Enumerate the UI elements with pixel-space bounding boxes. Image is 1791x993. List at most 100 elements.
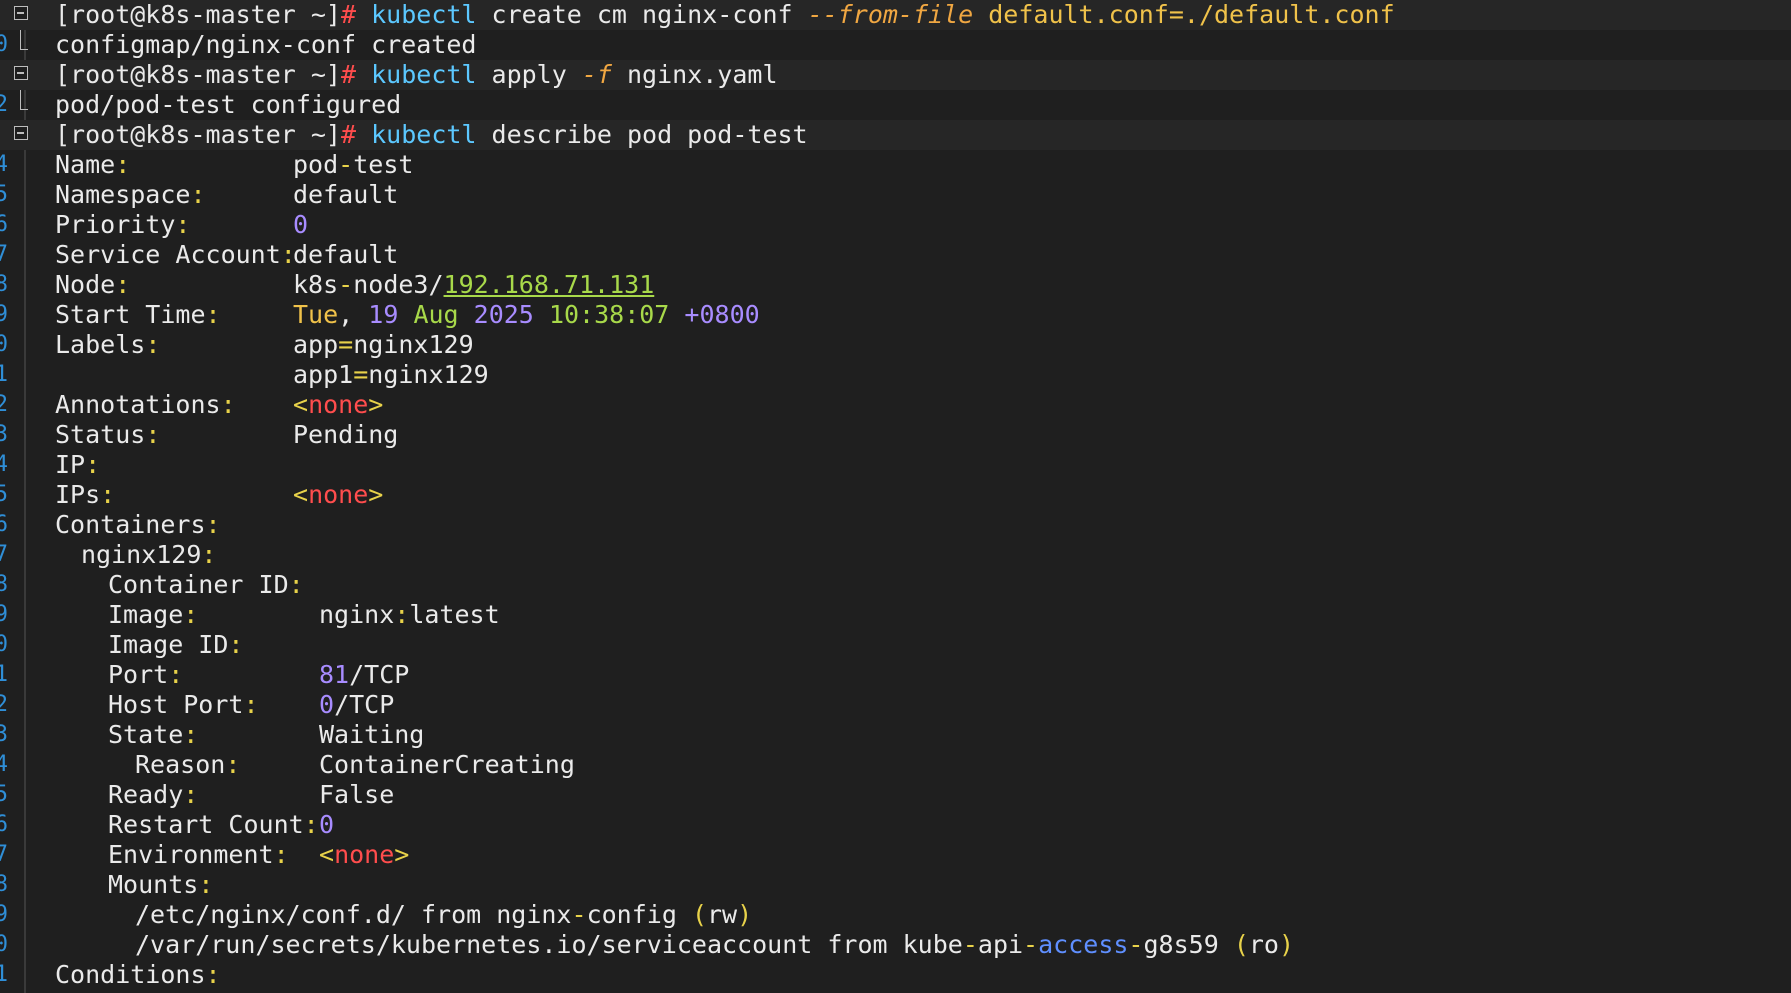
output-line: 6 Ready: False <box>0 780 1791 837</box>
output-line: 9 Node: k8s-node3/192.168.71.131 <box>0 270 1791 327</box>
label-key: app1 <box>293 360 354 389</box>
prompt-hash: # <box>340 120 357 149</box>
shell-prompt: [root@k8s-master ~] <box>55 60 341 89</box>
output-line: 1 Image ID: <box>0 630 1791 687</box>
shell-prompt: [root@k8s-master ~] <box>55 0 341 29</box>
container-name: nginx129 <box>81 540 202 569</box>
mount-source: api <box>977 930 1024 959</box>
field-key: Container ID <box>108 570 289 599</box>
output-line: 8 Service Account: default <box>0 240 1791 297</box>
field-key: IP <box>55 450 86 479</box>
node-ip-link[interactable]: 192.168.71.131 <box>444 270 655 299</box>
output-line: 4 State: Waiting <box>0 720 1791 777</box>
output-line: 6 Namespace: default <box>0 180 1791 237</box>
output-line: 2 Conditions: <box>0 960 1791 993</box>
command-args: create cm nginx-conf <box>476 0 808 29</box>
fold-collapse-icon[interactable] <box>14 126 28 140</box>
command-line: 2 [root@k8s-master ~]# kubectl apply -f … <box>0 60 1791 117</box>
command-output: pod/pod-test configured <box>55 90 402 119</box>
port-protocol: /TCP <box>349 660 410 689</box>
host-port-number: 0 <box>319 690 335 719</box>
field-key: Conditions <box>55 960 206 989</box>
command-name: kubectl <box>371 60 477 89</box>
image-tag: latest <box>409 600 500 629</box>
command-output: configmap/nginx-conf created <box>55 30 477 59</box>
output-line: 4 Status: Pending <box>0 420 1791 477</box>
start-day: Tue <box>293 300 339 329</box>
prompt-hash: # <box>340 0 357 29</box>
output-line: 1 configmap/nginx-conf created <box>0 30 1791 87</box>
command-flag: -f <box>581 60 612 89</box>
field-value: Waiting <box>319 720 425 749</box>
output-line: 9 Mounts: <box>0 870 1791 927</box>
command-line: 0 [root@k8s-master ~]# kubectl create cm… <box>0 0 1791 57</box>
field-key: Containers <box>55 510 206 539</box>
fold-collapse-icon[interactable] <box>14 66 28 80</box>
mount-path: /var/run/secrets/kubernetes.io/serviceac… <box>135 930 963 959</box>
command-args: nginx.yaml <box>611 60 778 89</box>
output-line: 3 pod/pod-test configured <box>0 90 1791 147</box>
field-key: Start Time <box>55 300 206 329</box>
field-key: Node <box>55 270 116 299</box>
output-line: 8 Environment: <none> <box>0 840 1791 897</box>
fold-end-icon <box>20 90 28 110</box>
command-args: apply <box>476 60 582 89</box>
field-value: test <box>353 150 414 179</box>
field-key: Mounts <box>108 870 199 899</box>
field-value: default <box>293 180 399 209</box>
field-key: IPs <box>55 480 101 509</box>
label-value: nginx129 <box>368 360 489 389</box>
field-key: Environment <box>108 840 274 869</box>
output-line: 8 nginx129: <box>0 540 1791 597</box>
output-line: 7 Containers: <box>0 510 1791 567</box>
none-value: none <box>334 840 395 869</box>
mount-mode: ro <box>1248 930 1279 959</box>
field-key: Priority <box>55 210 176 239</box>
start-tz: +0800 <box>684 300 760 329</box>
field-key: Labels <box>55 330 146 359</box>
terminal-window[interactable]: 0 [root@k8s-master ~]# kubectl create cm… <box>0 0 1791 993</box>
output-line: 0 Start Time: Tue, 19 Aug 2025 10:38:07 … <box>0 300 1791 357</box>
command-name: kubectl <box>371 0 477 29</box>
command-name: kubectl <box>371 120 477 149</box>
output-line: 3 Host Port: 0/TCP <box>0 690 1791 747</box>
output-line: 2 Port: 81/TCP <box>0 660 1791 717</box>
host-port-protocol: /TCP <box>334 690 395 719</box>
output-line: 7 Restart Count: 0 <box>0 810 1791 867</box>
field-value: k8s <box>293 270 339 299</box>
field-key: Name <box>55 150 116 179</box>
mount-path: /etc/nginx/conf.d/ from nginx <box>135 900 572 929</box>
output-line: 9 Container ID: <box>0 570 1791 627</box>
field-key: Host Port <box>108 690 244 719</box>
none-value: none <box>308 480 369 509</box>
command-flag: --from-file <box>807 0 974 29</box>
field-value: False <box>319 780 395 809</box>
label-value: nginx129 <box>353 330 474 359</box>
start-time: 10:38:07 <box>548 300 670 329</box>
port-number: 81 <box>319 660 350 689</box>
command-line: 4 [root@k8s-master ~]# kubectl describe … <box>0 120 1791 177</box>
field-key: Image <box>108 600 184 629</box>
field-key: Namespace <box>55 180 191 209</box>
field-key: Service Account <box>55 240 281 269</box>
field-key: Image ID <box>108 630 229 659</box>
output-line: 0 Image: nginx:latest <box>0 600 1791 657</box>
output-line: 7 Priority: 0 <box>0 210 1791 267</box>
output-line: 5 IP: <box>0 450 1791 507</box>
command-args: describe pod pod-test <box>476 120 808 149</box>
output-line: 6 IPs: <none> <box>0 480 1791 537</box>
none-value: none <box>308 390 369 419</box>
field-key: Port <box>108 660 169 689</box>
fold-collapse-icon[interactable] <box>14 6 28 20</box>
field-value: 0 <box>319 810 335 839</box>
prompt-hash: # <box>340 60 357 89</box>
command-args: default.conf=./default.conf <box>973 0 1395 29</box>
field-key: Reason <box>135 750 226 779</box>
output-line: 0 /etc/nginx/conf.d/ from nginx-config (… <box>0 900 1791 957</box>
start-date: 19 <box>368 300 399 329</box>
field-key: Restart Count <box>108 810 304 839</box>
label-key: app <box>293 330 339 359</box>
start-month: Aug <box>413 300 459 329</box>
output-line: 3 Annotations: <none> <box>0 390 1791 447</box>
output-line: 1 /var/run/secrets/kubernetes.io/service… <box>0 930 1791 987</box>
